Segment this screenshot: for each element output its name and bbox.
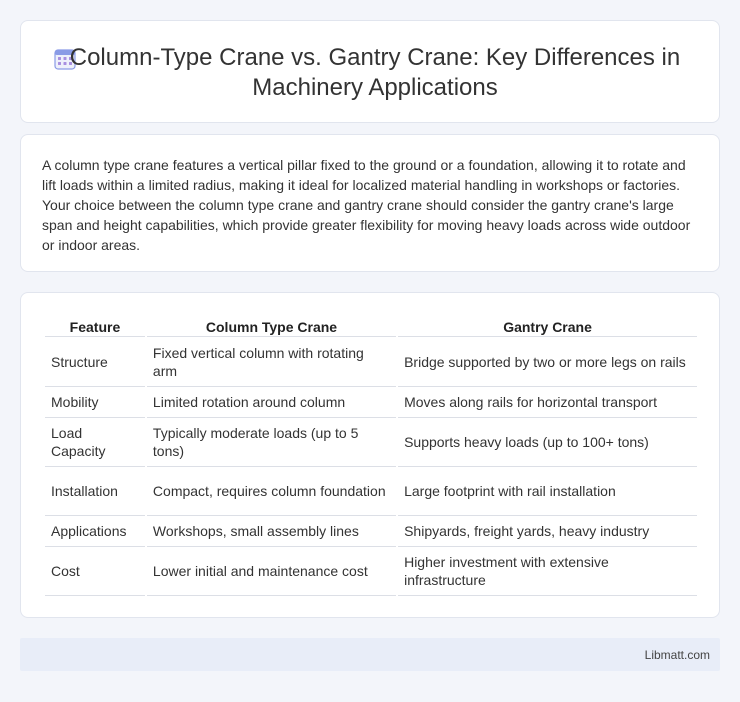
feature-cell: Cost [45,547,145,596]
gantry-crane-cell: Moves along rails for horizontal transpo… [398,387,697,418]
table-row: Cost Lower initial and maintenance cost … [45,547,697,596]
feature-cell: Structure [45,337,145,387]
table-row: Load Capacity Typically moderate loads (… [45,418,697,467]
feature-cell: Load Capacity [45,418,145,467]
feature-cell: Mobility [45,387,145,418]
description-text: A column type crane features a vertical … [42,157,691,253]
table-row: Structure Fixed vertical column with rot… [45,337,697,387]
header-gantry-crane: Gantry Crane [398,315,697,337]
gantry-crane-cell: Bridge supported by two or more legs on … [398,337,697,387]
column-crane-cell: Fixed vertical column with rotating arm [146,337,397,387]
feature-cell: Installation [45,467,145,516]
gantry-crane-cell: Shipyards, freight yards, heavy industry [398,516,697,547]
table-row: Applications Workshops, small assembly l… [45,516,697,547]
footer-bar: Libmatt.com [20,638,720,671]
comparison-table: Feature Column Type Crane Gantry Crane S… [43,315,699,596]
description-card: A column type crane features a vertical … [20,134,720,272]
feature-cell: Applications [45,516,145,547]
title-card: Column-Type Crane vs. Gantry Crane: Key … [20,20,720,123]
gantry-crane-cell: Supports heavy loads (up to 100+ tons) [398,418,697,467]
gantry-crane-cell: Large footprint with rail installation [398,467,697,516]
table-row: Installation Compact, requires column fo… [45,467,697,516]
column-crane-cell: Lower initial and maintenance cost [146,547,397,596]
comparison-table-card: Feature Column Type Crane Gantry Crane S… [20,292,720,618]
table-row: Mobility Limited rotation around column … [45,387,697,418]
column-crane-cell: Limited rotation around column [146,387,397,418]
header-feature: Feature [45,315,145,337]
column-crane-cell: Typically moderate loads (up to 5 tons) [146,418,397,467]
column-crane-cell: Compact, requires column foundation [146,467,397,516]
page-title: Column-Type Crane vs. Gantry Crane: Key … [69,44,681,101]
column-crane-cell: Workshops, small assembly lines [146,516,397,547]
header-column-type-crane: Column Type Crane [146,315,397,337]
gantry-crane-cell: Higher investment with extensive infrast… [398,547,697,596]
table-header-row: Feature Column Type Crane Gantry Crane [45,315,697,337]
footer-brand-link[interactable]: Libmatt.com [645,648,710,662]
